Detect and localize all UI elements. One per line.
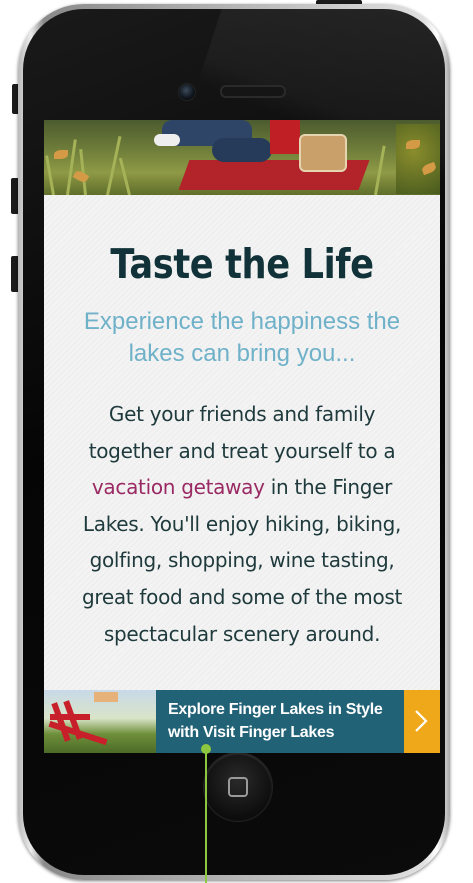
- front-camera-icon: [178, 83, 196, 101]
- promo-arrow-button[interactable]: [404, 690, 440, 753]
- body-text-after-link: in the Finger Lakes. You'll enjoy hiking…: [81, 475, 403, 646]
- promo-text: Explore Finger Lakes in Style with Visit…: [168, 698, 404, 744]
- promo-text-panel[interactable]: Explore Finger Lakes in Style with Visit…: [156, 690, 404, 753]
- phone-screen: Taste the Life Experience the happiness …: [44, 120, 440, 753]
- hero-picnic-image: [44, 120, 440, 195]
- page-subheadline: Experience the happiness the lakes can b…: [83, 308, 401, 367]
- promo-banner[interactable]: Explore Finger Lakes in Style with Visit…: [44, 690, 440, 753]
- body-paragraph: Get your friends and family together and…: [70, 396, 414, 652]
- promo-line-1: Explore Finger Lakes in Style: [168, 701, 383, 718]
- chevron-right-icon: [415, 710, 428, 732]
- annotation-connector-dot: [201, 744, 211, 754]
- home-square-icon: [228, 777, 248, 797]
- promo-line-2: with Visit Finger Lakes: [168, 724, 335, 741]
- earpiece-speaker: [220, 85, 286, 98]
- vacation-getaway-link[interactable]: vacation getaway: [92, 475, 265, 499]
- body-text-before-link: Get your friends and family together and…: [88, 402, 396, 463]
- promo-adirondack-chairs-image: [44, 690, 156, 753]
- annotation-connector-line: [205, 748, 207, 883]
- home-button[interactable]: [204, 753, 272, 821]
- page-headline: Taste the Life: [110, 240, 374, 288]
